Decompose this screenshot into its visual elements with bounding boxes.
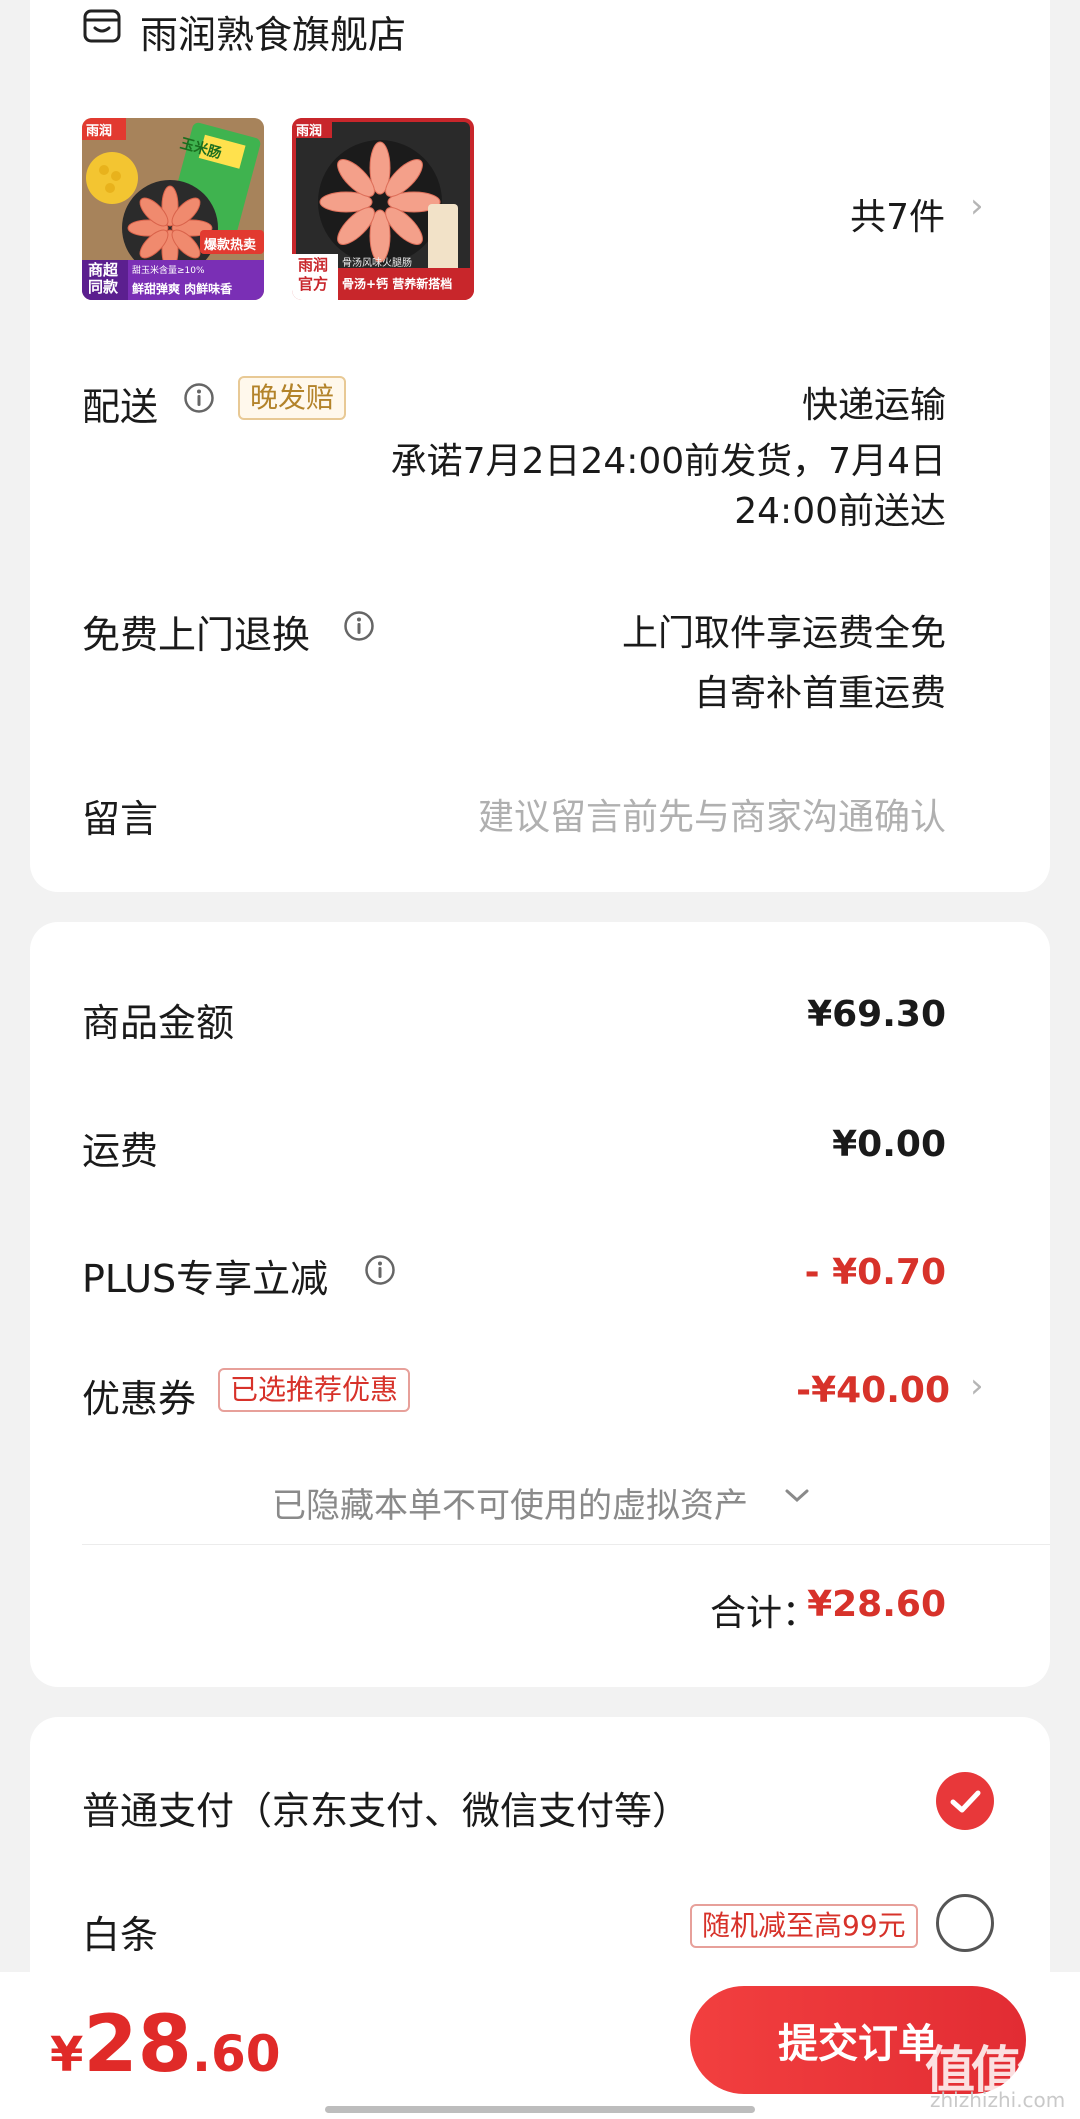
goods-amount-label: 商品金额 <box>82 1001 235 1045</box>
badge-top-left: 商超 <box>88 261 119 279</box>
product-caption: 鲜甜弹爽 肉鲜味香 <box>132 282 233 296</box>
hot-badge: 爆款热卖 <box>204 238 257 253</box>
store-name[interactable]: 雨润熟食旗舰店 <box>140 4 406 59</box>
coupon-value[interactable]: -¥40.00 <box>796 1370 950 1411</box>
badge-bottom-left: 官方 <box>298 275 329 293</box>
total-label: 合计： <box>710 1593 819 1634</box>
free-return-label: 免费上门退换 <box>82 613 311 657</box>
price-decimal: .60 <box>191 2025 281 2083</box>
coupon-label: 优惠券 <box>82 1377 197 1421</box>
chevron-right-icon[interactable]: › <box>970 1366 984 1406</box>
hidden-assets-toggle[interactable]: 已隐藏本单不可使用的虚拟资产 <box>272 1478 748 1527</box>
badge-top-left: 雨润 <box>298 256 329 274</box>
plus-discount-label: PLUS专享立减 <box>82 1257 329 1301</box>
product-top-caption: 骨汤风味火腿肠 <box>342 258 412 269</box>
late-ship-compensation-tag: 晚发赔 <box>238 376 347 420</box>
free-return-line1: 上门取件享运费全免 <box>621 613 946 654</box>
baitiao-promo-tag: 随机减至高99元 <box>690 1904 918 1948</box>
delivery-method: 快递运输 <box>801 385 946 426</box>
price-integer: 28 <box>83 2000 192 2090</box>
total-value: ¥28.60 <box>807 1584 946 1625</box>
delivery-promise-line1: 承诺7月2日24:00前发货，7月4日 <box>390 441 946 482</box>
payment-option-normal[interactable]: 普通支付（京东支付、微信支付等） <box>82 1780 690 1835</box>
product-thumb-ham-sausage[interactable]: 雨润 雨润 官方 骨汤风味火腿肠 骨汤+钙 营养新搭档 <box>292 118 474 300</box>
payment-option-baitiao[interactable]: 白条 <box>82 1904 158 1959</box>
info-icon[interactable] <box>364 1254 396 1286</box>
brand-logo: 雨润 <box>86 124 113 139</box>
item-count[interactable]: 共7件 <box>850 188 945 240</box>
store-icon <box>83 9 121 43</box>
currency-symbol: ¥ <box>50 2027 84 2083</box>
checkmark-icon <box>950 1790 981 1813</box>
watermark-site: zhizhizhi.com <box>930 2088 1066 2112</box>
delivery-promise-line2: 24:00前送达 <box>734 491 946 532</box>
info-icon[interactable] <box>343 610 375 642</box>
delivery-label: 配送 <box>82 385 159 429</box>
info-icon[interactable] <box>183 382 215 414</box>
badge-bottom-left: 同款 <box>88 278 119 296</box>
product-thumb-corn-sausage[interactable]: 雨润 爆款热卖 玉米肠 商超 同款 甜玉米含量≥10% 鲜甜弹爽 肉鲜味香 <box>82 118 264 300</box>
corn-content-note: 甜玉米含量≥10% <box>132 266 205 276</box>
radio-selected[interactable] <box>936 1772 994 1830</box>
plus-discount-value: - ¥0.70 <box>804 1252 946 1293</box>
chevron-right-icon[interactable]: › <box>970 186 984 226</box>
shipping-fee-label: 运费 <box>82 1129 159 1173</box>
chevron-down-icon[interactable] <box>784 1488 810 1504</box>
bottom-total-price: ¥28.60 <box>50 2000 281 2090</box>
radio-unselected[interactable] <box>936 1894 994 1952</box>
product-caption: 骨汤+钙 营养新搭档 <box>342 277 453 291</box>
message-label: 留言 <box>82 797 159 841</box>
free-return-line2: 自寄补首重运费 <box>693 673 946 714</box>
message-input[interactable]: 建议留言前先与商家沟通确认 <box>478 788 946 840</box>
brand-logo: 雨润 <box>296 124 323 139</box>
home-indicator[interactable] <box>325 2106 755 2113</box>
goods-amount-value: ¥69.30 <box>807 994 946 1035</box>
recommended-coupon-tag: 已选推荐优惠 <box>218 1368 411 1412</box>
shipping-fee-value: ¥0.00 <box>832 1124 946 1165</box>
divider <box>82 1544 1050 1545</box>
